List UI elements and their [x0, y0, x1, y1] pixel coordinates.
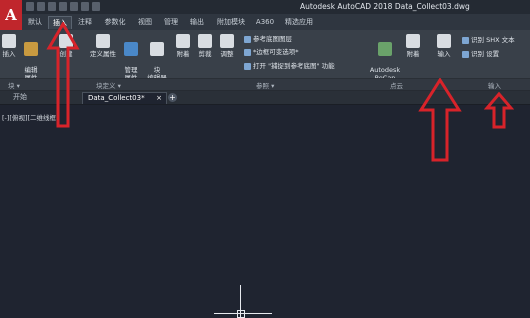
application-menu-button[interactable]: A	[0, 0, 22, 30]
clip-button[interactable]: 剪裁	[196, 34, 214, 58]
recognize-settings-button[interactable]: 识别 设置	[462, 48, 499, 58]
snap-underlay-dropdown[interactable]: 打开 "捕捉到参考底图" 功能	[244, 60, 335, 70]
clip-label: 剪裁	[198, 50, 212, 58]
frame-icon	[244, 48, 251, 56]
underlay-layers-icon	[244, 35, 251, 43]
underlay-layers-button[interactable]: 参考底图图层	[244, 33, 292, 43]
insert-block-icon	[2, 34, 16, 48]
underlay-layers-label: 参考底图图层	[253, 35, 292, 43]
close-tab-icon[interactable]: ×	[156, 93, 162, 104]
annotation-arrow-import-button	[418, 78, 462, 162]
import-icon	[437, 34, 451, 48]
block-editor-icon	[150, 42, 164, 56]
insert-block-label: 插入	[2, 50, 16, 58]
import-label: 输入	[437, 50, 451, 58]
panel-label-block[interactable]: 块 ▾	[8, 80, 20, 90]
panel-label-block-definition[interactable]: 块定义 ▾	[96, 80, 121, 90]
define-attributes-label: 定义属性	[90, 50, 116, 58]
tab-output[interactable]: 输出	[186, 16, 208, 28]
point-cloud-attach-icon	[406, 34, 420, 48]
panel-label-import: 输入	[488, 82, 501, 90]
recognize-shx-icon	[462, 36, 469, 44]
import-button[interactable]: 输入	[435, 34, 453, 58]
open-icon[interactable]	[37, 2, 45, 11]
undo-icon[interactable]	[81, 2, 89, 11]
tab-featured-apps[interactable]: 精选应用	[280, 16, 318, 28]
quick-access-toolbar	[26, 2, 100, 12]
adjust-label: 调整	[220, 50, 234, 58]
recognize-settings-label: 识别 设置	[471, 50, 500, 58]
recognize-shx-button[interactable]: 识别 SHX 文本	[462, 34, 515, 44]
arrow-shape	[484, 92, 514, 129]
panel-label-point-cloud: 点云	[390, 82, 403, 90]
attach-label: 附着	[176, 50, 190, 58]
edit-attributes-icon	[24, 42, 38, 56]
adjust-icon	[220, 34, 234, 48]
new-icon[interactable]	[26, 2, 34, 11]
manage-attributes-icon	[124, 42, 138, 56]
define-attributes-button[interactable]: 定义属性	[86, 34, 120, 58]
title-bar: Autodesk AutoCAD 2018 Data_Collect03.dwg	[0, 0, 530, 14]
crosshair-pickbox	[237, 310, 245, 318]
print-icon[interactable]	[70, 2, 78, 11]
save-icon[interactable]	[48, 2, 56, 11]
recap-icon	[378, 42, 392, 56]
recognize-settings-icon	[462, 50, 469, 58]
window-title: Autodesk AutoCAD 2018 Data_Collect03.dwg	[300, 2, 470, 11]
snap-underlay-label: 打开 "捕捉到参考底图" 功能	[253, 62, 335, 70]
insert-block-button[interactable]: 插入	[0, 34, 18, 58]
new-tab-button[interactable]: +	[168, 93, 177, 102]
tab-view[interactable]: 视图	[134, 16, 156, 28]
adjust-button[interactable]: 调整	[218, 34, 236, 58]
file-tab-drawing-label: Data_Collect03*	[88, 94, 145, 102]
frame-vary-dropdown[interactable]: *边框可变选项*	[244, 46, 299, 56]
clip-icon	[198, 34, 212, 48]
save-as-icon[interactable]	[59, 2, 67, 11]
annotation-arrow-insert-tab	[46, 22, 80, 128]
recognize-shx-label: 识别 SHX 文本	[471, 36, 515, 44]
panel-label-reference[interactable]: 参照 ▾	[256, 80, 274, 90]
ribbon-tab-bar: 默认 插入 注释 参数化 视图 管理 输出 附加模块 A360 精选应用	[22, 14, 530, 31]
arrow-shape	[46, 22, 80, 128]
tab-manage[interactable]: 管理	[160, 16, 182, 28]
point-cloud-attach-button[interactable]: 附着	[404, 34, 422, 58]
define-attributes-icon	[96, 34, 110, 48]
tab-a360[interactable]: A360	[254, 16, 276, 28]
snap-icon	[244, 62, 251, 70]
tab-default[interactable]: 默认	[24, 16, 46, 28]
frame-vary-label: *边框可变选项*	[253, 48, 299, 56]
tab-parametric[interactable]: 参数化	[100, 16, 130, 28]
arrow-shape	[418, 78, 462, 162]
file-tab-drawing[interactable]: Data_Collect03* ×	[82, 92, 167, 104]
point-cloud-attach-label: 附着	[406, 50, 420, 58]
redo-icon[interactable]	[92, 2, 100, 11]
attach-icon	[176, 34, 190, 48]
annotation-arrow-import-panel	[484, 92, 514, 129]
tab-addins[interactable]: 附加模块	[212, 16, 250, 28]
attach-button[interactable]: 附着	[174, 34, 192, 58]
